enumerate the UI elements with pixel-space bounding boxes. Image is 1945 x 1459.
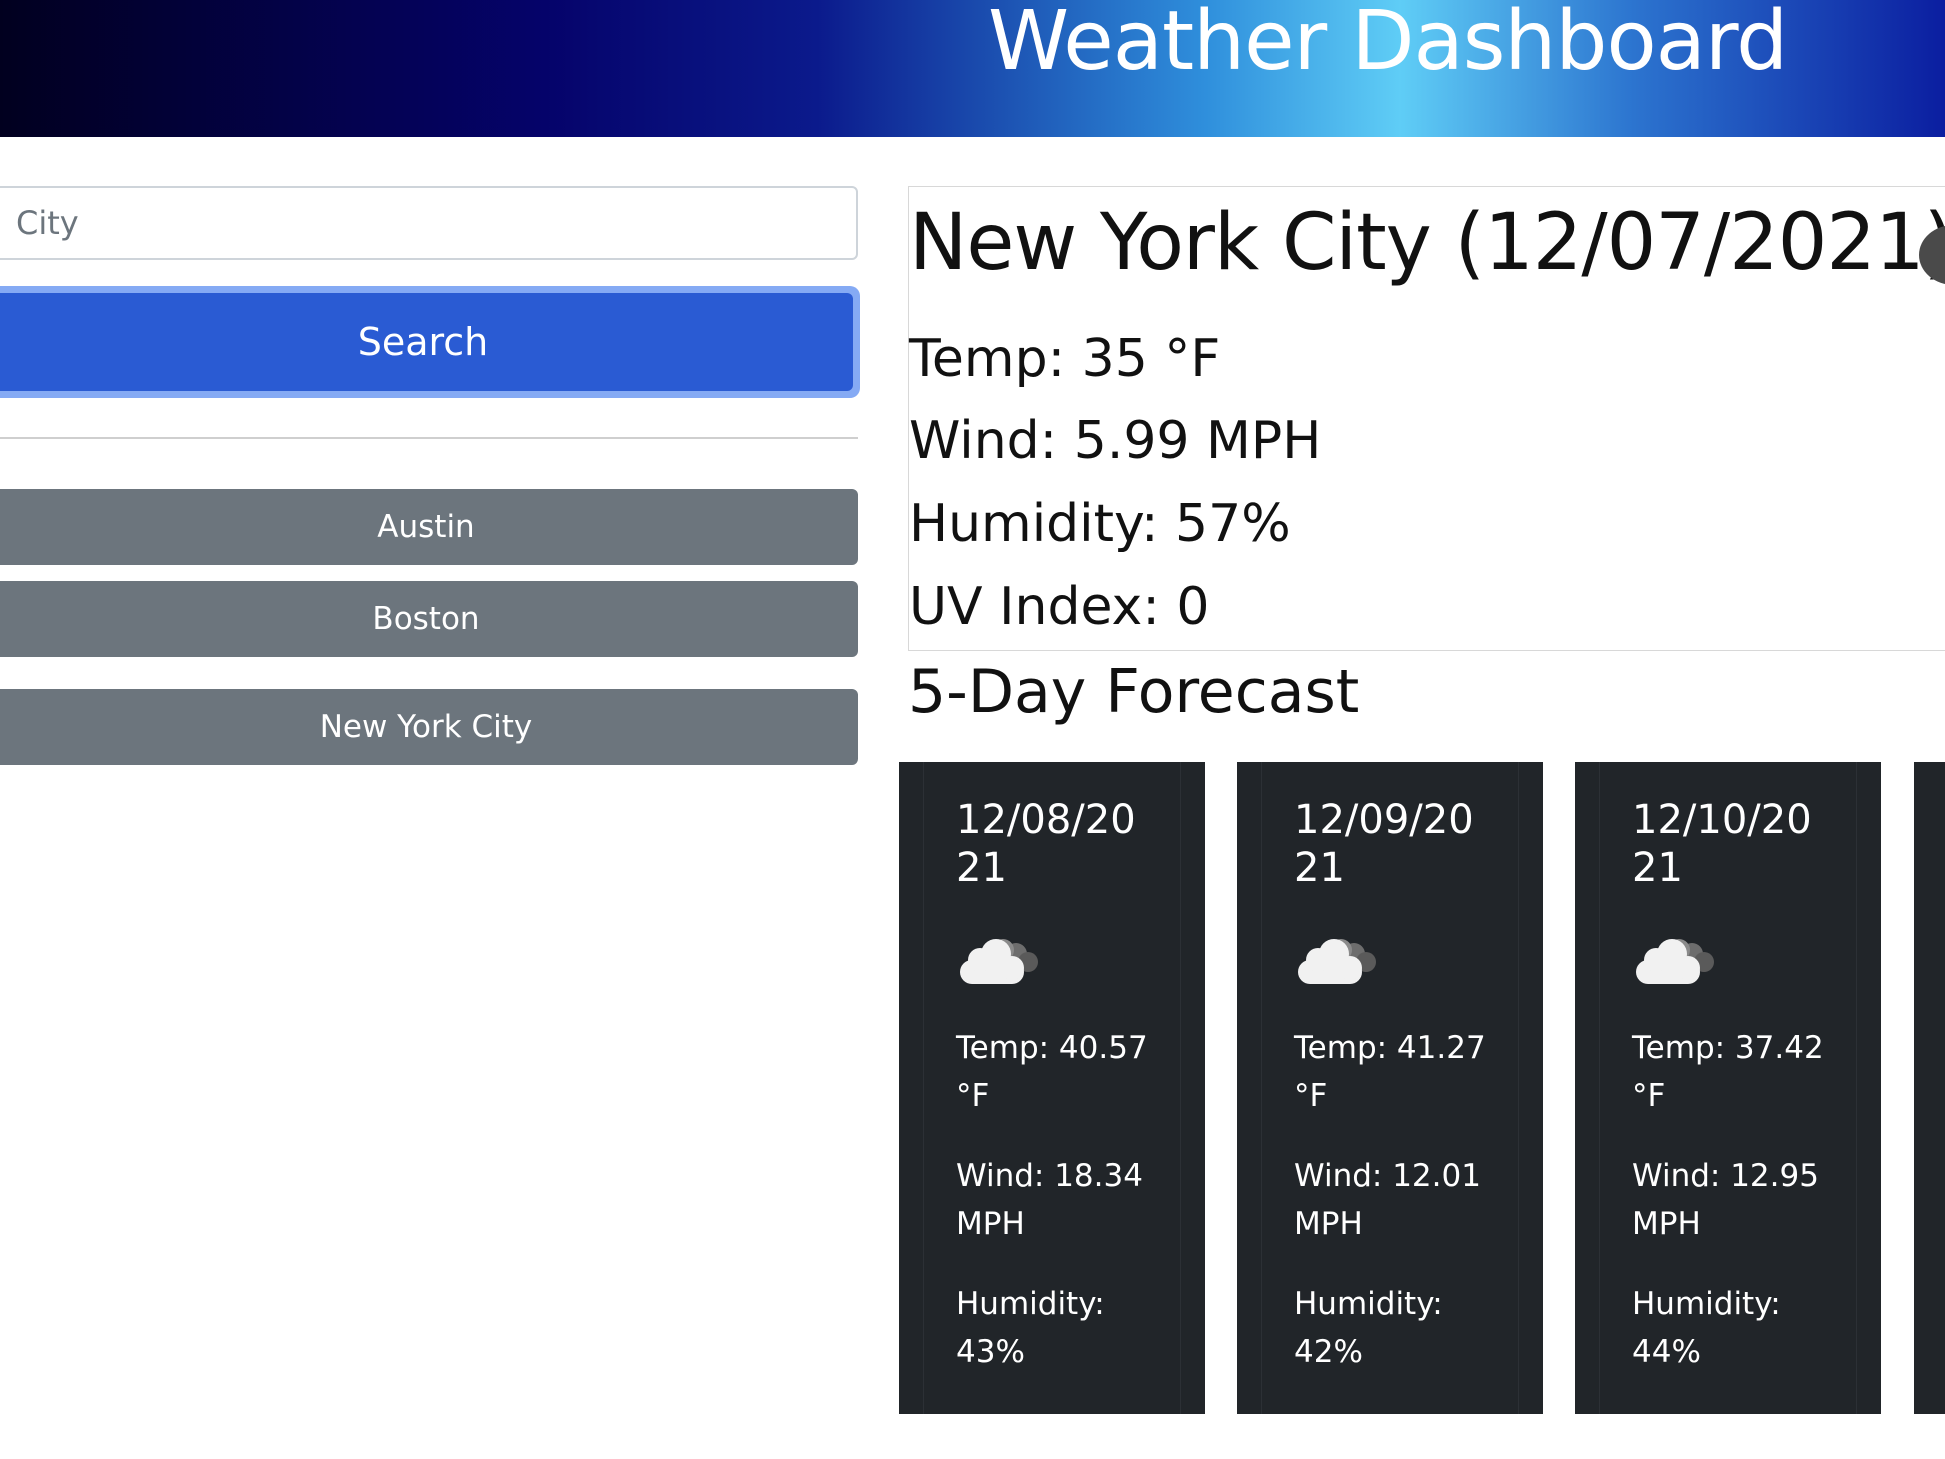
broken-clouds-icon: [960, 939, 1038, 984]
header-banner: Weather Dashboard: [0, 0, 1945, 137]
search-button[interactable]: Search: [0, 286, 860, 398]
current-wind: Wind: 5.99 MPH: [909, 411, 1322, 471]
current-weather-panel: New York City (12/07/2021) Temp: 35 °F W…: [908, 186, 1945, 651]
page-title: Weather Dashboard: [988, 0, 1788, 89]
broken-clouds-icon: [1636, 939, 1714, 984]
city-search-field[interactable]: [0, 186, 858, 260]
forecast-humidity: Humidity: 44%: [1632, 1286, 1781, 1370]
forecast-date: 12/10/2021: [1632, 797, 1812, 891]
current-humidity: Humidity: 57%: [909, 494, 1291, 554]
forecast-humidity: Humidity: 42%: [1294, 1286, 1443, 1370]
forecast-date: 12/09/2021: [1294, 797, 1474, 891]
forecast-card: 12/08/2021 Temp: 40.57 °F Wind: 18.34 MP…: [899, 762, 1205, 1414]
city-input[interactable]: [0, 188, 856, 258]
forecast-card-partial: [1914, 762, 1945, 1414]
forecast-card: 12/09/2021 Temp: 41.27 °F Wind: 12.01 MP…: [1237, 762, 1543, 1414]
history-button-austin[interactable]: Austin: [0, 489, 858, 565]
forecast-wind: Wind: 12.95 MPH: [1632, 1158, 1819, 1242]
forecast-card: 12/10/2021 Temp: 37.42 °F Wind: 12.95 MP…: [1575, 762, 1881, 1414]
forecast-wind: Wind: 12.01 MPH: [1294, 1158, 1481, 1242]
current-temp: Temp: 35 °F: [909, 329, 1221, 389]
current-city-title: New York City (12/07/2021): [909, 198, 1945, 288]
forecast-heading: 5-Day Forecast: [908, 657, 1360, 727]
forecast-date: 12/08/2021: [956, 797, 1136, 891]
forecast-temp: Temp: 41.27 °F: [1294, 1030, 1486, 1114]
forecast-temp: Temp: 37.42 °F: [1632, 1030, 1824, 1114]
history-button-new-york-city[interactable]: New York City: [0, 689, 858, 765]
broken-clouds-icon: [1298, 939, 1376, 984]
current-uv-index: UV Index: 0: [909, 577, 1210, 637]
forecast-wind: Wind: 18.34 MPH: [956, 1158, 1143, 1242]
forecast-temp: Temp: 40.57 °F: [956, 1030, 1148, 1114]
history-button-boston[interactable]: Boston: [0, 581, 858, 657]
forecast-humidity: Humidity: 43%: [956, 1286, 1105, 1370]
divider: [0, 437, 858, 439]
search-button-label: Search: [0, 293, 853, 391]
